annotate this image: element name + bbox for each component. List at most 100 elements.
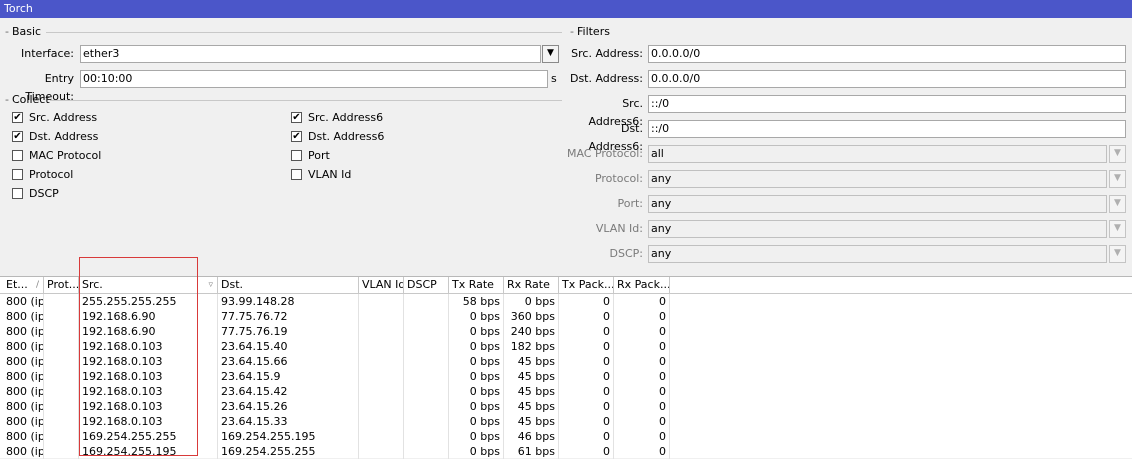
table-cell: 800 (ip) [3,339,44,354]
filter-dst-address6-label: Dst. Address6: [588,122,643,153]
filter-mac-protocol-select[interactable]: all [648,145,1107,163]
sort-icon: / [35,280,39,290]
filter-port-label: Port: [617,197,643,210]
column-header-text: Rx Pack... [617,278,670,291]
table-cell: 45 bps [504,414,559,429]
table-row[interactable]: 800 (ip) 192.168.0.10323.64.15.33 0 bps45 … [0,414,670,429]
interface-dropdown-button[interactable]: ▼ [542,45,559,63]
table-cell: 23.64.15.33 [218,414,359,429]
collect-dscp[interactable]: DSCP [12,186,59,202]
table-cell: 58 bps [449,294,504,309]
checkbox-checked[interactable]: ✔ [291,130,302,142]
table-row[interactable]: 800 (ip) 192.168.6.9077.75.76.72 0 bps360 … [0,309,670,324]
column-header-text: DSCP [407,278,437,291]
table-cell: 192.168.0.103 [79,414,218,429]
mac-protocol-dropdown-button[interactable]: ▼ [1109,145,1126,163]
collect-port[interactable]: Port [291,148,330,164]
table-cell: 0 [559,294,614,309]
collect-dst-address[interactable]: ✔ Dst. Address [12,129,98,145]
collect-label: MAC Protocol [29,149,102,162]
filter-src-address-field[interactable]: 0.0.0.0/0 [648,45,1126,63]
table-cell [44,294,79,309]
collect-label: Src. Address6 [308,111,384,124]
table-row[interactable]: 800 (ip) 192.168.6.9077.75.76.19 0 bps240 … [0,324,670,339]
table-cell: 77.75.76.72 [218,309,359,324]
interface-select[interactable]: ether3 [80,45,541,63]
collect-src-address6[interactable]: ✔ Src. Address6 [291,110,383,126]
checkbox-unchecked[interactable] [291,149,302,161]
vlan-id-dropdown-button[interactable]: ▼ [1109,220,1126,238]
table-cell: 0 [559,354,614,369]
table-cell: 0 [559,429,614,444]
table-row[interactable]: 800 (ip) 169.254.255.195169.254.255.255 0 … [0,444,670,459]
column-header-src[interactable]: Src. ▿ [79,277,218,294]
table-cell: 192.168.6.90 [79,309,218,324]
table-row[interactable]: 800 (ip) 192.168.0.10323.64.15.42 0 bps45 … [0,384,670,399]
checkbox-unchecked[interactable] [12,187,23,199]
table-cell [44,399,79,414]
table-cell: 0 bps [449,414,504,429]
collect-src-address[interactable]: ✔ Src. Address [12,110,97,126]
filters-section-title: - Filters [570,25,610,38]
table-cell: 45 bps [504,369,559,384]
column-header-vlan-id[interactable]: VLAN Id [359,277,404,294]
table-row[interactable]: 800 (ip) 255.255.255.25593.99.148.28 58 bp… [0,294,670,309]
collect-mac-protocol[interactable]: MAC Protocol [12,148,101,164]
column-header-eth[interactable]: Et... / [3,277,44,294]
column-header-dst[interactable]: Dst. [218,277,359,294]
collect-vlan-id[interactable]: VLAN Id [291,167,351,183]
table-cell: 800 (ip) [3,429,44,444]
entry-timeout-field[interactable]: 00:10:00 [80,70,548,88]
column-header-tx-packets[interactable]: Tx Pack... [559,277,614,294]
table-cell: 800 (ip) [3,444,44,459]
table-row[interactable]: 800 (ip) 192.168.0.10323.64.15.66 0 bps45 … [0,354,670,369]
table-cell: 0 bps [504,294,559,309]
table-cell [44,384,79,399]
filter-vlan-id-select[interactable]: any [648,220,1107,238]
filter-dst-address-field[interactable]: 0.0.0.0/0 [648,70,1126,88]
table-cell [359,294,404,309]
table-cell [404,309,449,324]
table-cell: 192.168.0.103 [79,369,218,384]
checkbox-checked[interactable]: ✔ [12,130,23,142]
table-cell [44,414,79,429]
basic-divider [46,32,562,33]
port-dropdown-button[interactable]: ▼ [1109,195,1126,213]
filter-dst-address6-field[interactable]: ::/0 [648,120,1126,138]
table-cell [44,309,79,324]
protocol-dropdown-button[interactable]: ▼ [1109,170,1126,188]
checkbox-checked[interactable]: ✔ [291,111,302,123]
collect-section-title: - Collect [5,93,50,106]
collect-dst-address6[interactable]: ✔ Dst. Address6 [291,129,384,145]
table-cell [359,339,404,354]
table-cell: 800 (ip) [3,294,44,309]
checkbox-unchecked[interactable] [12,168,23,180]
table-cell [359,309,404,324]
table-cell [404,354,449,369]
table-cell: 0 [614,429,670,444]
column-header-rx-packets[interactable]: Rx Pack... [614,277,670,294]
table-cell: 0 bps [449,444,504,459]
dscp-dropdown-button[interactable]: ▼ [1109,245,1126,263]
column-header-tx-rate[interactable]: Tx Rate [449,277,504,294]
table-cell: 800 (ip) [3,399,44,414]
filter-port-select[interactable]: any [648,195,1107,213]
checkbox-checked[interactable]: ✔ [12,111,23,123]
table-cell: 192.168.0.103 [79,339,218,354]
column-header-rx-rate[interactable]: Rx Rate [504,277,559,294]
column-header-text: Src. [82,278,103,291]
table-cell: 192.168.0.103 [79,399,218,414]
checkbox-unchecked[interactable] [291,168,302,180]
checkbox-unchecked[interactable] [12,149,23,161]
table-cell: 0 [614,294,670,309]
column-header-dscp[interactable]: DSCP [404,277,449,294]
filter-src-address6-field[interactable]: ::/0 [648,95,1126,113]
table-row[interactable]: 800 (ip) 169.254.255.255169.254.255.195 0 … [0,429,670,444]
table-row[interactable]: 800 (ip) 192.168.0.10323.64.15.9 0 bps45 b… [0,369,670,384]
table-row[interactable]: 800 (ip) 192.168.0.10323.64.15.26 0 bps45 … [0,399,670,414]
filter-protocol-select[interactable]: any [648,170,1107,188]
column-header-protocol[interactable]: Prot... [44,277,79,294]
filter-dscp-select[interactable]: any [648,245,1107,263]
collect-protocol[interactable]: Protocol [12,167,73,183]
table-row[interactable]: 800 (ip) 192.168.0.10323.64.15.40 0 bps182… [0,339,670,354]
